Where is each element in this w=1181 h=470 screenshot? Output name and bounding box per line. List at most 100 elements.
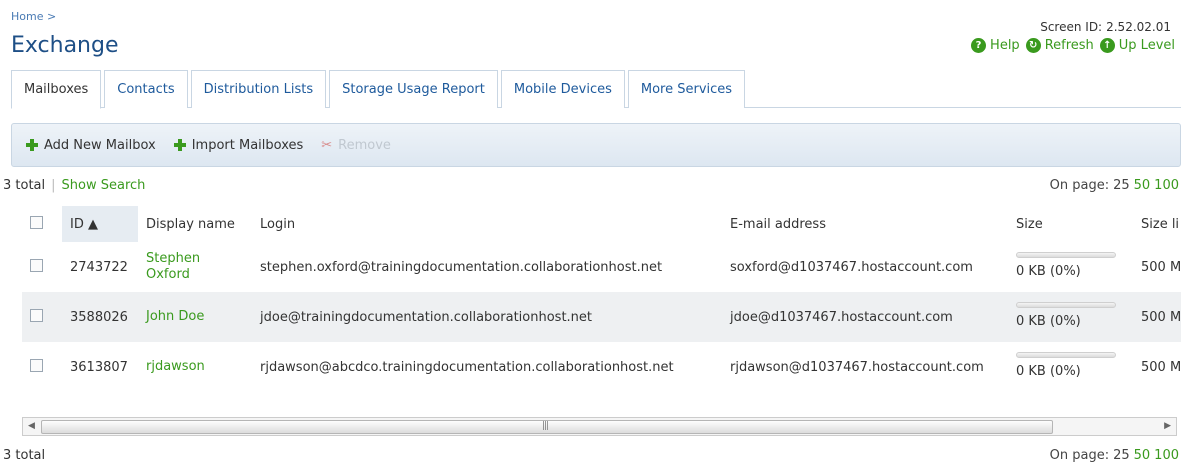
table-row: 2743722 Stephen Oxford stephen.oxford@tra… [22, 242, 1181, 292]
help-label: Help [990, 38, 1020, 53]
horizontal-scrollbar[interactable]: ◀ ||| ▶ [22, 417, 1177, 436]
column-id-label: ID [70, 216, 84, 232]
row-checkbox[interactable] [30, 358, 43, 372]
screen-id-value: 2.52.02.01 [1106, 20, 1171, 34]
on-page-50[interactable]: 50 [1134, 178, 1151, 193]
column-size-limit[interactable]: Size li [1133, 206, 1181, 242]
row-checkbox[interactable] [30, 258, 43, 272]
plus-icon [26, 139, 38, 151]
total-count-bottom: 3 total [3, 448, 46, 463]
grip-icon: ||| [542, 421, 549, 431]
remove-button[interactable]: ✂ Remove [321, 138, 391, 153]
tab-mobile-devices[interactable]: Mobile Devices [500, 70, 625, 108]
column-email[interactable]: E-mail address [722, 206, 1008, 242]
scroll-right-icon[interactable]: ▶ [1164, 421, 1171, 431]
on-page-100[interactable]: 100 [1154, 448, 1179, 463]
help-icon: ? [971, 38, 987, 53]
select-all-header [22, 206, 62, 242]
mailbox-table: ID ▲ Display name Login E-mail address S… [22, 206, 1181, 392]
row-display-name-link[interactable]: John Doe [146, 309, 204, 325]
plus-icon [173, 139, 186, 151]
on-page-label: On page: [1049, 178, 1110, 193]
row-size-limit: 500 M [1141, 259, 1181, 275]
row-size: 0 KB (0%) [1016, 364, 1081, 379]
table-row: 3588026 John Doe jdoe@trainingdocumentat… [22, 292, 1181, 342]
remove-label: Remove [338, 137, 391, 153]
scroll-left-icon[interactable]: ◀ [28, 421, 35, 431]
size-progress-bar [1016, 352, 1116, 358]
up-level-label: Up Level [1118, 38, 1175, 53]
toolbar: Add New Mailbox Import Mailboxes ✂ Remov… [11, 123, 1181, 167]
tab-mailboxes[interactable]: Mailboxes [11, 70, 102, 109]
screen-id: Screen ID: 2.52.02.01 [1040, 20, 1171, 34]
tab-distribution-lists[interactable]: Distribution Lists [190, 70, 327, 108]
row-id: 3588026 [62, 292, 138, 342]
summary-bottom: 3 total [3, 448, 45, 463]
size-progress-bar [1016, 252, 1116, 258]
row-login: rjdawson@abcdco.trainingdocumentation.co… [260, 359, 674, 375]
row-email: rjdawson@d1037467.hostaccount.com [730, 359, 984, 375]
row-id: 3613807 [70, 359, 128, 375]
tab-contacts[interactable]: Contacts [104, 70, 188, 108]
import-mailboxes-button[interactable]: Import Mailboxes [173, 137, 304, 153]
tab-more-services[interactable]: More Services [627, 70, 746, 108]
on-page-50[interactable]: 50 [1134, 448, 1151, 463]
add-new-mailbox-button[interactable]: Add New Mailbox [26, 138, 156, 153]
row-size-cell: 0 KB (0%) [1008, 242, 1133, 292]
summary-top: 3 total | Show Search [3, 178, 145, 193]
size-progress-bar [1016, 302, 1116, 308]
column-id[interactable]: ID ▲ [62, 206, 138, 242]
row-email: jdoe@d1037467.hostaccount.com [722, 292, 1008, 342]
row-display-name-cell: Stephen Oxford [138, 242, 252, 292]
on-page-label: On page: [1049, 448, 1110, 463]
select-all-checkbox[interactable] [30, 215, 43, 229]
sort-ascending-icon: ▲ [88, 216, 98, 232]
row-checkbox-cell [22, 342, 62, 392]
row-checkbox[interactable] [30, 308, 43, 322]
on-page-25: 25 [1113, 178, 1130, 193]
tab-bar: Mailboxes Contacts Distribution Lists St… [11, 70, 1181, 109]
row-email: soxford@d1037467.hostaccount.com [730, 259, 973, 275]
row-checkbox-cell [22, 292, 62, 342]
on-page-25: 25 [1113, 448, 1130, 463]
on-page-selector-top: On page: 25 50 100 [1050, 178, 1179, 193]
separator: | [51, 178, 56, 193]
row-display-name-link[interactable]: rjdawson [146, 359, 205, 375]
refresh-label: Refresh [1044, 38, 1094, 53]
row-size-limit: 500 M [1141, 359, 1181, 375]
help-link[interactable]: ? Help [971, 38, 1020, 53]
row-display-name-cell: rjdawson [138, 342, 252, 392]
scissors-icon: ✂ [321, 137, 333, 153]
row-size: 0 KB (0%) [1016, 264, 1081, 279]
row-size-limit: 500 M [1133, 292, 1181, 342]
scrollbar-thumb[interactable]: ||| [41, 420, 1053, 434]
row-display-name-link[interactable]: Stephen Oxford [146, 251, 200, 283]
row-size-cell: 0 KB (0%) [1008, 292, 1133, 342]
refresh-link[interactable]: ↻ Refresh [1025, 38, 1094, 53]
header-links: ? Help ↻ Refresh ↑ Up Level [971, 38, 1175, 53]
on-page-100[interactable]: 100 [1154, 178, 1179, 193]
refresh-icon: ↻ [1025, 38, 1041, 53]
row-id: 2743722 [70, 259, 128, 275]
row-size-cell: 0 KB (0%) [1008, 342, 1133, 392]
on-page-selector-bottom: On page: 25 50 100 [1050, 448, 1179, 463]
table-header-row: ID ▲ Display name Login E-mail address S… [22, 206, 1181, 242]
breadcrumb[interactable]: Home > [11, 10, 56, 23]
row-checkbox-cell [22, 242, 62, 292]
add-new-mailbox-label: Add New Mailbox [44, 137, 156, 153]
row-size: 0 KB (0%) [1016, 314, 1081, 329]
row-login: jdoe@trainingdocumentation.collaboration… [252, 292, 722, 342]
import-mailboxes-label: Import Mailboxes [191, 137, 304, 153]
up-level-link[interactable]: ↑ Up Level [1099, 38, 1175, 53]
show-search-link[interactable]: Show Search [62, 178, 146, 193]
display-line-1: Stephen [146, 251, 201, 266]
row-login: stephen.oxford@trainingdocumentation.col… [260, 259, 663, 275]
page-title: Exchange [11, 33, 119, 58]
up-level-icon: ↑ [1099, 38, 1115, 53]
column-display-name[interactable]: Display name [138, 206, 252, 242]
column-size[interactable]: Size [1008, 206, 1133, 242]
tab-storage-usage-report[interactable]: Storage Usage Report [329, 70, 498, 108]
total-count: 3 total [3, 178, 46, 193]
column-login[interactable]: Login [252, 206, 722, 242]
display-line-2: Oxford [146, 267, 190, 282]
